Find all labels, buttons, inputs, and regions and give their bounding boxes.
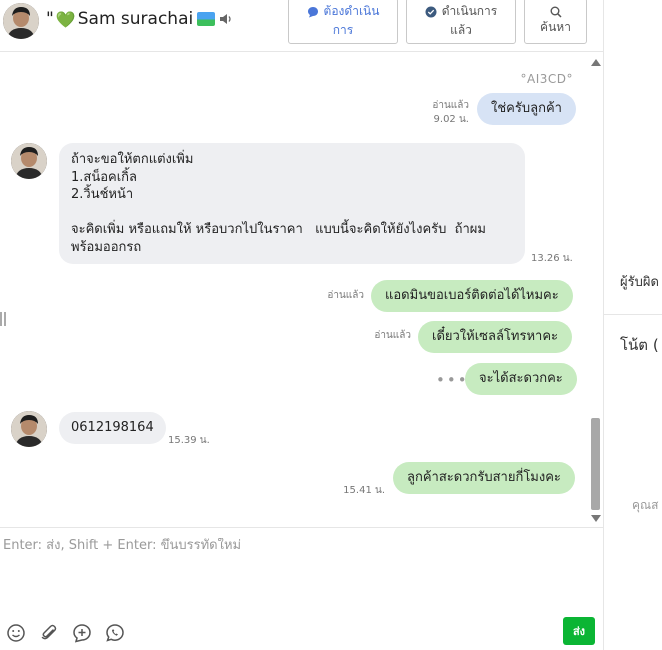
read-status: อ่านแล้ว bbox=[374, 330, 411, 341]
todo-label-2: การ bbox=[332, 23, 354, 37]
message-composer: ส่ง bbox=[0, 527, 603, 650]
message-time: 13.26 น. bbox=[531, 253, 573, 264]
message-bubble-incoming[interactable]: ถ้าจะขอให้ตกแต่งเพิ่ม 1.สน็อคเกิ้ล 2.วิ้… bbox=[59, 143, 525, 264]
read-status: อ่านแล้ว bbox=[432, 100, 469, 111]
scrollbar-thumb[interactable] bbox=[591, 418, 600, 510]
message-meta: อ่านแล้ว 9.02 น. bbox=[432, 99, 469, 127]
message-time: 15.39 น. bbox=[168, 435, 210, 446]
responsible-label: ผู้รับผิด bbox=[620, 275, 659, 290]
more-options-icon[interactable]: ••• bbox=[436, 371, 469, 389]
note-title: โน้ต bbox=[620, 336, 649, 354]
todo-button[interactable]: ต้องดำเนิน การ bbox=[288, 0, 398, 44]
done-button[interactable]: ดำเนินการ แล้ว bbox=[406, 0, 516, 44]
note-label: โน้ต ( bbox=[620, 333, 659, 357]
whatsapp-icon[interactable] bbox=[105, 623, 125, 643]
scroll-up-icon[interactable] bbox=[591, 59, 601, 66]
contact-name-text: Sam surachai bbox=[77, 9, 194, 29]
message-line: พร้อมออกรถ bbox=[71, 239, 142, 255]
emoji-icon[interactable] bbox=[6, 623, 26, 643]
contact-name-prefix: " bbox=[46, 9, 54, 29]
contact-avatar[interactable] bbox=[11, 143, 47, 179]
search-button[interactable]: ค้นหา bbox=[524, 0, 587, 44]
chat-header: " 💚 Sam surachai ต้องดำเนิน การ ดำเนินกา… bbox=[0, 0, 603, 52]
scroll-down-icon[interactable] bbox=[591, 515, 601, 522]
message-line: ถ้าจะขอให้ตกแต่งเพิ่ม bbox=[71, 152, 194, 167]
message-bubble-outgoing[interactable]: แอดมินขอเบอร์ติดต่อได้ไหมคะ bbox=[371, 280, 573, 312]
done-label-2: แล้ว bbox=[450, 23, 472, 37]
heart-icon: 💚 bbox=[55, 9, 76, 29]
add-icon[interactable] bbox=[72, 623, 92, 643]
send-button[interactable]: ส่ง bbox=[563, 617, 595, 645]
note-hint: คุณส bbox=[632, 498, 659, 512]
contact-name: " 💚 Sam surachai bbox=[46, 9, 216, 29]
picture-icon bbox=[197, 12, 216, 26]
done-label-1: ดำเนินการ bbox=[441, 4, 498, 18]
message-bubble-incoming[interactable]: 0612198164 bbox=[59, 412, 166, 444]
contact-avatar[interactable] bbox=[11, 411, 47, 447]
note-count: ( bbox=[652, 336, 659, 354]
message-bubble-outgoing[interactable]: ลูกค้าสะดวกรับสายกี่โมงคะ bbox=[393, 462, 575, 494]
todo-label-1: ต้องดำเนิน bbox=[323, 4, 380, 18]
message-time: 15.41 น. bbox=[343, 485, 385, 496]
resize-handle[interactable] bbox=[0, 312, 6, 326]
message-time: 9.02 น. bbox=[433, 114, 469, 125]
message-line: 2.วิ้นช์หน้า bbox=[71, 187, 134, 202]
message-line: จะคิดเพิ่ม หรือแถมให้ หรือบวกไปในราคา แบ… bbox=[71, 222, 486, 237]
chat-bubble-icon bbox=[307, 6, 318, 17]
right-panel: ผู้รับผิด โน้ต ( คุณส bbox=[603, 0, 662, 650]
speaker-icon[interactable] bbox=[219, 12, 233, 26]
search-icon bbox=[550, 6, 562, 18]
message-line: 1.สน็อคเกิ้ล bbox=[71, 169, 138, 185]
chat-scrollbar[interactable] bbox=[590, 53, 602, 527]
message-line bbox=[71, 204, 513, 222]
chat-tag: °AI3CD° bbox=[520, 72, 573, 86]
message-bubble-outgoing[interactable]: เดี๋ยวให้เซลล์โทรหาคะ bbox=[418, 321, 573, 353]
check-circle-icon bbox=[425, 6, 437, 17]
contact-avatar[interactable] bbox=[3, 3, 39, 39]
message-bubble-outgoing[interactable]: จะได้สะดวกคะ bbox=[465, 363, 577, 395]
search-label: ค้นหา bbox=[540, 19, 571, 34]
read-status: อ่านแล้ว bbox=[327, 290, 364, 301]
message-input[interactable] bbox=[3, 538, 583, 553]
paperclip-icon[interactable] bbox=[39, 623, 59, 643]
divider bbox=[604, 314, 662, 315]
chat-area[interactable]: °AI3CD° อ่านแล้ว 9.02 น. ใช่ครับลูกค้า ถ… bbox=[0, 53, 603, 527]
message-bubble-outgoing[interactable]: ใช่ครับลูกค้า bbox=[477, 93, 576, 125]
